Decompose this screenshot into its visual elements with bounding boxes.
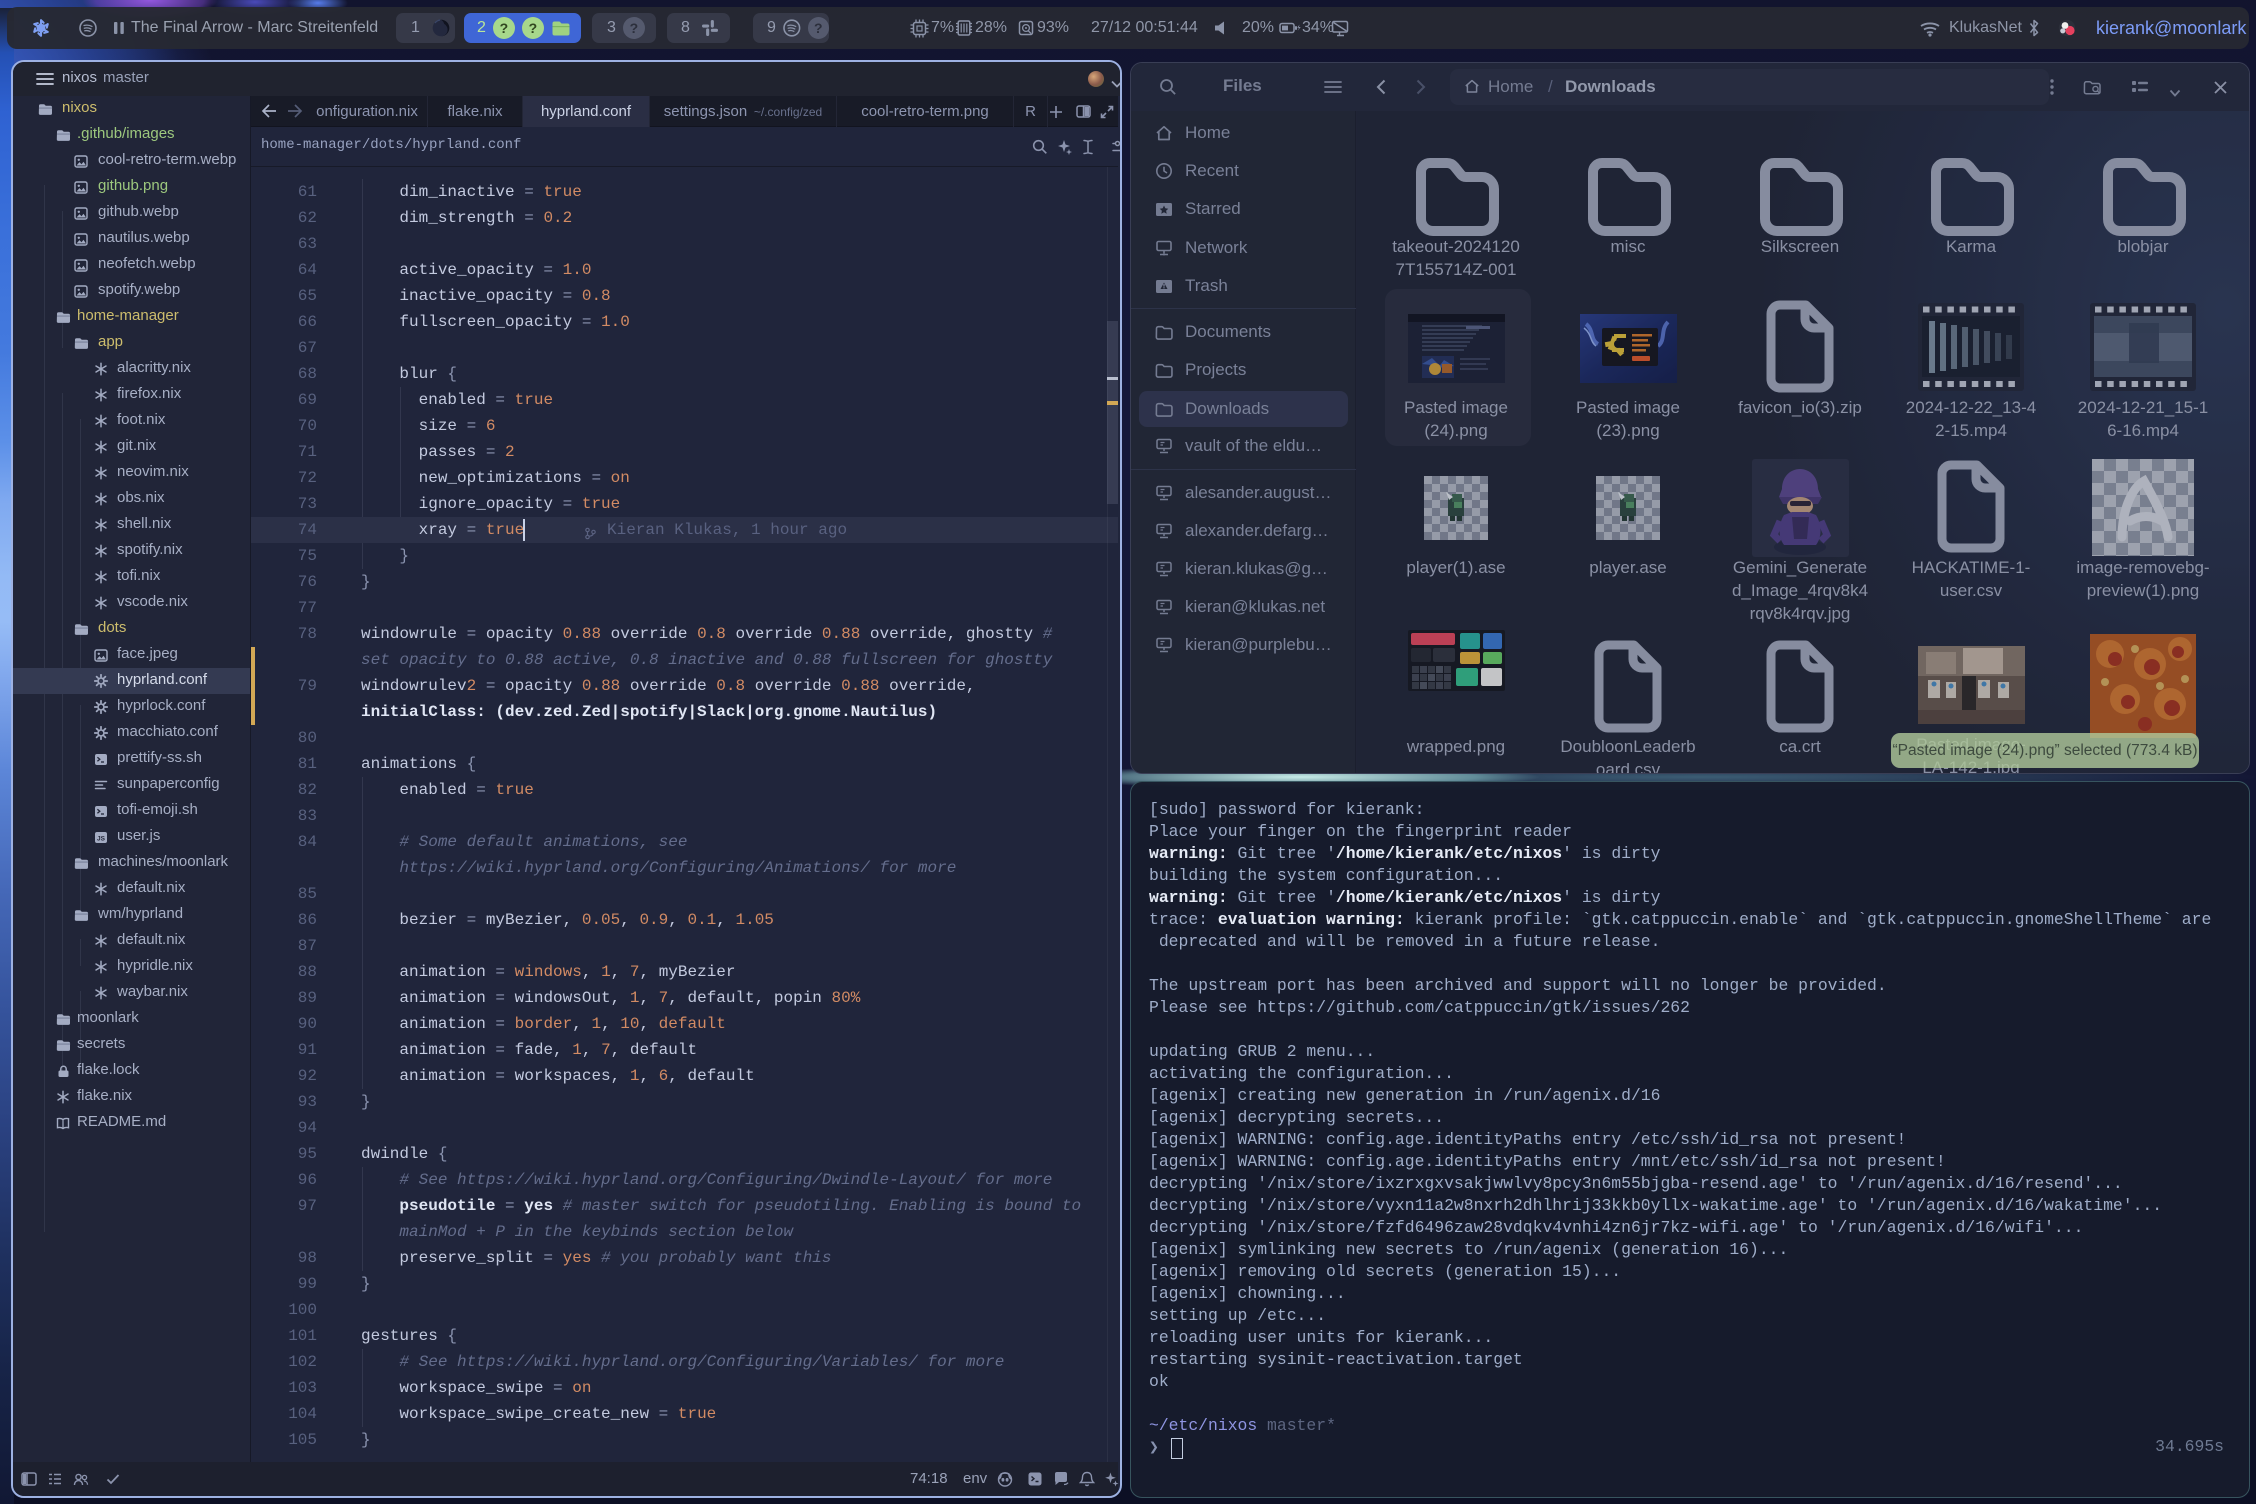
svg-text:JS: JS xyxy=(97,835,106,842)
